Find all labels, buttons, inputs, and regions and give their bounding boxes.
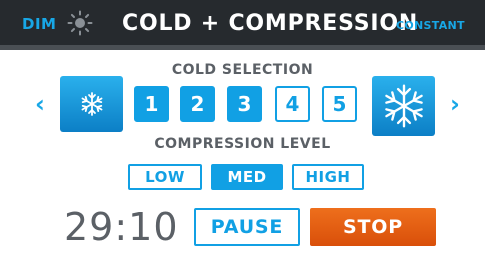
chevron-left-icon[interactable]: ‹ (35, 92, 45, 116)
dim-button[interactable]: DIM (22, 15, 56, 33)
cold-level-5-button[interactable]: 5 (322, 86, 357, 122)
chevron-right-icon[interactable]: › (450, 92, 460, 116)
session-timer: 29:10 (64, 205, 179, 249)
pause-button[interactable]: PAUSE (194, 208, 300, 246)
mode-constant-button[interactable]: CONSTANT (396, 19, 465, 32)
stop-button[interactable]: STOP (310, 208, 436, 246)
cold-level-2-button[interactable]: 2 (180, 86, 215, 122)
more-cold-button[interactable] (372, 76, 435, 136)
brightness-icon[interactable] (67, 10, 93, 36)
cold-level-4-button[interactable]: 4 (275, 86, 310, 122)
snowflake-large-icon (384, 84, 423, 128)
compression-med-button[interactable]: MED (211, 164, 283, 190)
snowflake-small-icon (81, 92, 102, 116)
compression-low-button[interactable]: LOW (128, 164, 202, 190)
cold-level-3-button[interactable]: 3 (227, 86, 262, 122)
cold-level-1-button[interactable]: 1 (134, 86, 169, 122)
less-cold-button[interactable] (60, 76, 123, 132)
cold-compression-screen: DIM COLD + COMPRESSION CONSTANT COLD SEL… (0, 0, 485, 264)
compression-high-button[interactable]: HIGH (292, 164, 364, 190)
page-title: COLD + COMPRESSION (122, 11, 419, 36)
header-bar: DIM COLD + COMPRESSION CONSTANT (0, 0, 485, 50)
compression-level-label: COMPRESSION LEVEL (154, 136, 331, 152)
